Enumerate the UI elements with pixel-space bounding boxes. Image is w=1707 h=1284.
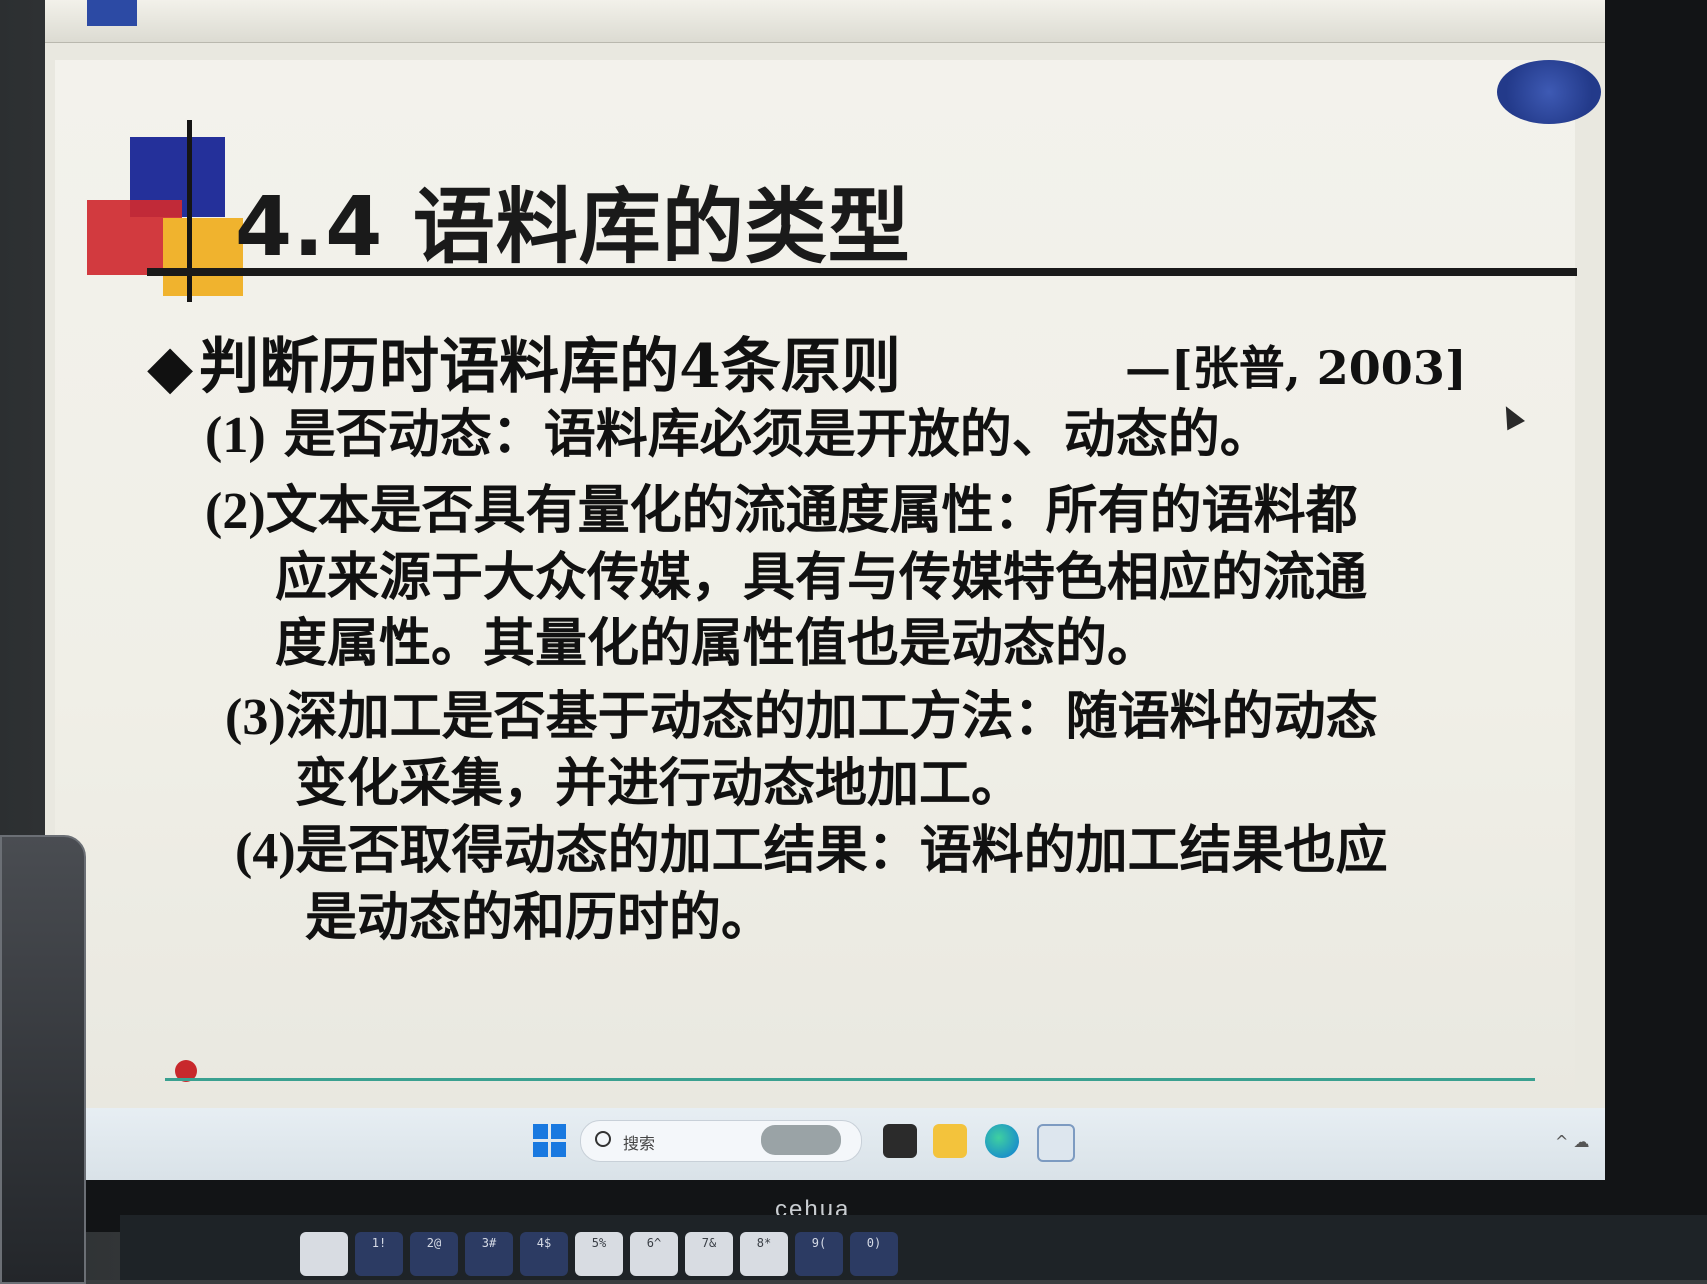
keyboard-key: 1! [355, 1232, 403, 1276]
item-line: 是动态的和历时的。 [305, 887, 774, 948]
principle-item-2: (2)文本是否具有量化的流通度属性：所有的语料都 应来源于大众传媒，具有与传媒特… [205, 478, 1555, 677]
keyboard-key: 6^ [630, 1232, 678, 1276]
item-number: (3) [225, 689, 286, 746]
keyboard-key: 2@ [410, 1232, 458, 1276]
diamond-bullet-icon: ◆ [147, 332, 194, 402]
principles-heading: ◆ 判断历时语料库的4条原则 [147, 318, 901, 405]
app-icon[interactable] [1037, 1124, 1075, 1162]
phone [0, 835, 86, 1284]
item-line: 深加工是否基于动态的加工方法：随语料的动态 [285, 686, 1378, 747]
keyboard-key: 5% [575, 1232, 623, 1276]
search-icon [595, 1131, 611, 1147]
item-line: 是否取得动态的加工结果：语料的加工结果也应 [295, 820, 1388, 881]
principle-item-1: (1) 是否动态：语料库必须是开放的、动态的。 [205, 402, 1565, 469]
item-line: 是否动态：语料库必须是开放的、动态的。 [283, 404, 1272, 465]
keyboard-key: 8* [740, 1232, 788, 1276]
slide: 4.4 语料库的类型 ◆ 判断历时语料库的4条原则 —[张普, 2003] (1)… [55, 60, 1601, 1110]
slide-title: 4.4 语料库的类型 [235, 180, 911, 275]
search-highlight-image [761, 1125, 841, 1155]
item-line: 度属性。其量化的属性值也是动态的。 [275, 613, 1160, 674]
item-number: (4) [235, 823, 296, 880]
keyboard-key: 9( [795, 1232, 843, 1276]
footer-rule [165, 1078, 1535, 1081]
monitor: 4.4 语料库的类型 ◆ 判断历时语料库的4条原则 —[张普, 2003] (1)… [45, 0, 1707, 1232]
previous-slide-strip [45, 0, 1605, 43]
keyboard-key: 4$ [520, 1232, 568, 1276]
taskbar-search-input[interactable]: 搜索 [580, 1120, 862, 1162]
item-number: (1) [205, 407, 266, 464]
item-line: 变化采集，并进行动态地加工。 [295, 753, 1024, 814]
keyboard-key [300, 1232, 348, 1276]
item-line: 文本是否具有量化的流通度属性：所有的语料都 [265, 480, 1358, 541]
institution-logo-icon [1497, 60, 1601, 124]
decor-yellow-square [163, 218, 243, 296]
item-line: 应来源于大众传媒，具有与传媒特色相应的流通 [275, 547, 1368, 608]
start-icon[interactable] [533, 1124, 567, 1158]
citation: —[张普, 2003] [1125, 341, 1467, 395]
principles-heading-text: 判断历时语料库的4条原则 [199, 332, 901, 402]
edge-icon[interactable] [985, 1124, 1019, 1158]
search-placeholder: 搜索 [623, 1134, 656, 1153]
file-explorer-icon[interactable] [933, 1124, 967, 1158]
task-view-icon[interactable] [883, 1124, 917, 1158]
screen: 4.4 语料库的类型 ◆ 判断历时语料库的4条原则 —[张普, 2003] (1)… [45, 0, 1605, 1180]
principle-item-4: (4)是否取得动态的加工结果：语料的加工结果也应 是动态的和历时的。 [235, 818, 1555, 951]
keyboard-key: 3# [465, 1232, 513, 1276]
principle-item-3: (3)深加工是否基于动态的加工方法：随语料的动态 变化采集，并进行动态地加工。 [225, 684, 1555, 817]
item-number: (2) [205, 483, 266, 540]
system-tray[interactable]: ^ ☁ [1555, 1132, 1590, 1151]
keyboard-key: 7& [685, 1232, 733, 1276]
keyboard-key: 0) [850, 1232, 898, 1276]
logo-icon [87, 0, 137, 26]
taskbar: 搜索 ^ ☁ [45, 1108, 1605, 1180]
